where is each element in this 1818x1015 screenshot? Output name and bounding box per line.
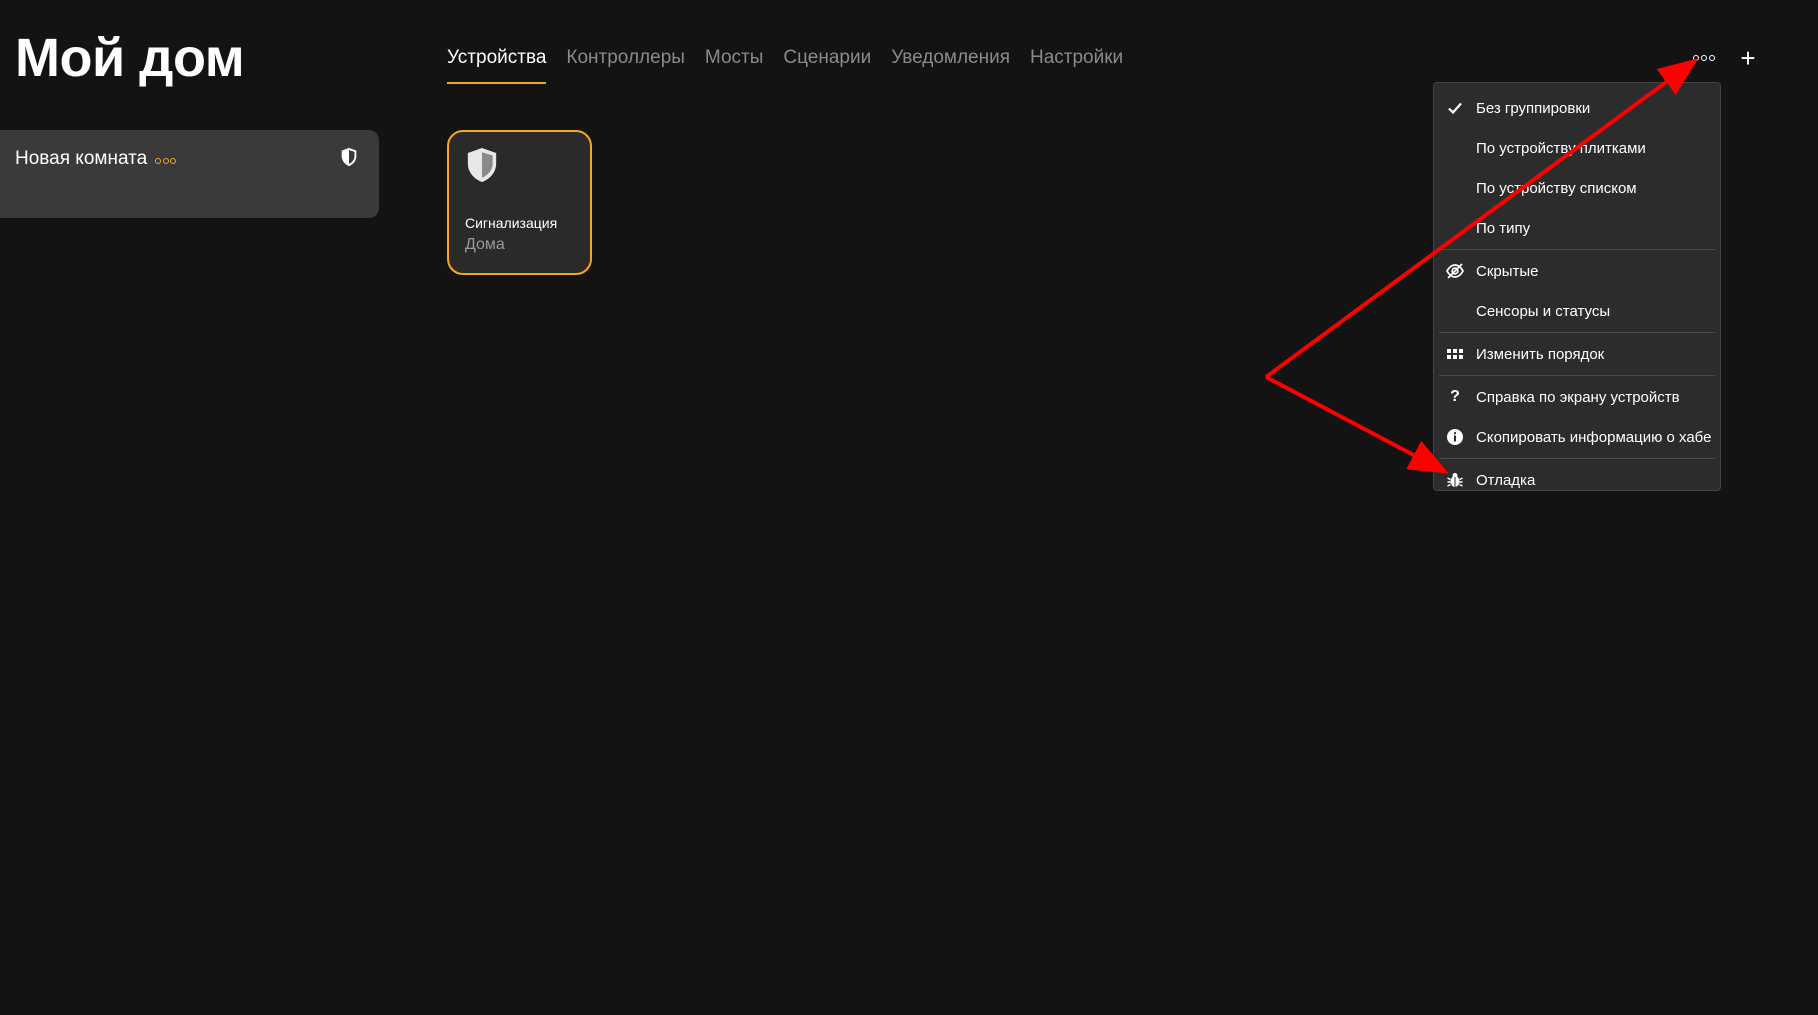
menu-item-no-grouping[interactable]: Без группировки: [1434, 88, 1720, 128]
add-button[interactable]: +: [1734, 44, 1762, 72]
menu-item-label: Отладка: [1476, 471, 1536, 489]
menu-item-debug[interactable]: Отладка: [1434, 460, 1720, 500]
room-card[interactable]: Новая комната: [0, 130, 379, 218]
tab-bridges[interactable]: Мосты: [705, 44, 763, 84]
menu-item-by-type[interactable]: По типу: [1434, 208, 1720, 248]
tab-bar: Устройства Контроллеры Мосты Сценарии Ув…: [447, 44, 1123, 84]
menu-divider: [1439, 458, 1715, 459]
menu-item-help[interactable]: ? Справка по экрану устройств: [1434, 377, 1720, 417]
question-icon: ?: [1450, 388, 1460, 405]
device-tile-alarm[interactable]: Сигнализация Дома: [447, 130, 592, 275]
menu-item-label: Скрытые: [1476, 262, 1539, 280]
tab-notifications[interactable]: Уведомления: [891, 44, 1010, 84]
tab-controllers[interactable]: Контроллеры: [566, 44, 685, 84]
menu-item-label: Изменить порядок: [1476, 345, 1605, 363]
header-actions: +: [1690, 44, 1762, 72]
check-icon: [1444, 97, 1466, 119]
menu-item-hidden[interactable]: Скрытые: [1434, 251, 1720, 291]
tab-settings[interactable]: Настройки: [1030, 44, 1123, 84]
menu-divider: [1439, 249, 1715, 250]
page-title: Мой дом: [15, 28, 245, 88]
bug-icon: [1444, 469, 1466, 491]
device-name: Сигнализация: [465, 215, 558, 231]
info-icon: [1444, 426, 1466, 448]
menu-item-label: Сенсоры и статусы: [1476, 302, 1611, 320]
menu-item-label: По устройству плитками: [1476, 139, 1646, 157]
menu-divider: [1439, 332, 1715, 333]
grid-icon: [1444, 343, 1466, 365]
annotation-arrow-to-debug: [1265, 375, 1450, 474]
menu-item-copy-hub-info[interactable]: Скопировать информацию о хабе: [1434, 417, 1720, 457]
shield-icon: [341, 147, 357, 167]
grouping-menu: Без группировки По устройству плитками П…: [1433, 82, 1721, 491]
menu-item-label: По устройству списком: [1476, 179, 1637, 197]
menu-item-by-device-list[interactable]: По устройству списком: [1434, 168, 1720, 208]
menu-item-reorder[interactable]: Изменить порядок: [1434, 334, 1720, 374]
more-dots-icon[interactable]: [1690, 44, 1718, 72]
page: Мой дом Устройства Контроллеры Мосты Сце…: [0, 0, 1818, 1015]
tab-scenarios[interactable]: Сценарии: [783, 44, 871, 84]
menu-divider: [1439, 375, 1715, 376]
eye-off-icon: [1444, 260, 1466, 282]
menu-item-label: Без группировки: [1476, 99, 1591, 117]
menu-item-sensors-statuses[interactable]: Сенсоры и статусы: [1434, 291, 1720, 331]
menu-item-by-device-tiles[interactable]: По устройству плитками: [1434, 128, 1720, 168]
room-name: Новая комната: [15, 148, 148, 169]
menu-item-label: По типу: [1476, 219, 1531, 237]
room-more-icon[interactable]: [155, 158, 178, 164]
menu-item-label: Справка по экрану устройств: [1476, 388, 1680, 406]
menu-item-label: Скопировать информацию о хабе: [1476, 428, 1712, 446]
device-room: Дома: [465, 236, 505, 253]
shield-icon: [467, 148, 497, 182]
tab-devices[interactable]: Устройства: [447, 44, 547, 84]
